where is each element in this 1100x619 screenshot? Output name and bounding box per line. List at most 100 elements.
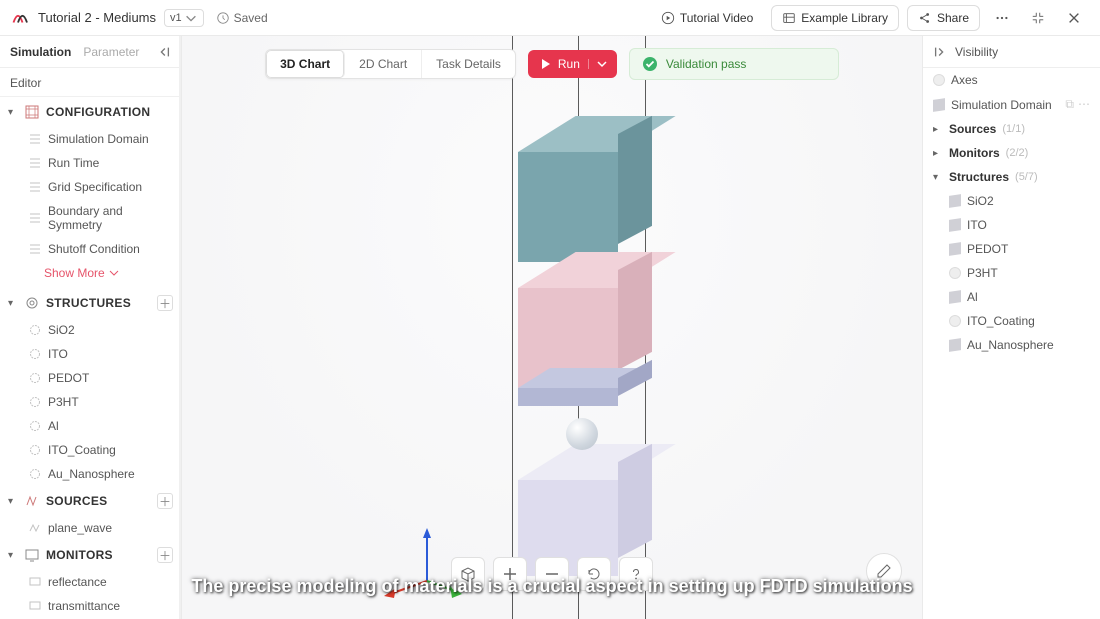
- list-icon: [28, 156, 42, 170]
- close-icon: [1067, 11, 1081, 25]
- view-mode-tabs: 3D Chart 2D Chart Task Details: [265, 49, 516, 79]
- structure-icon: [28, 395, 42, 409]
- monitor-icon: [28, 575, 42, 589]
- edit-fab-button[interactable]: [866, 553, 902, 589]
- structure-icon: [28, 419, 42, 433]
- configuration-icon: [24, 104, 40, 120]
- reset-view-button[interactable]: [577, 557, 611, 591]
- vis-pedot[interactable]: PEDOT: [923, 237, 1100, 261]
- vis-monitors[interactable]: ▸Monitors(2/2): [923, 141, 1100, 165]
- item-ito-coating[interactable]: ITO_Coating: [0, 438, 181, 462]
- left-scrollbar[interactable]: [179, 36, 181, 619]
- viewport-3d[interactable]: 3D Chart 2D Chart Task Details Run Valid…: [182, 36, 922, 619]
- share-icon: [918, 11, 932, 25]
- group-structures[interactable]: ▾ STRUCTURES ＋: [0, 288, 181, 318]
- chevron-right-icon: ▸: [933, 124, 943, 135]
- validation-label: Validation pass: [666, 57, 747, 71]
- vis-axes[interactable]: Axes: [923, 68, 1100, 92]
- tab-3d-chart[interactable]: 3D Chart: [266, 50, 345, 78]
- item-run-time[interactable]: Run Time: [0, 151, 181, 175]
- library-icon: [782, 11, 796, 25]
- chevron-right-bar-icon: [933, 45, 947, 59]
- vis-p3ht[interactable]: P3HT: [923, 261, 1100, 285]
- item-p3ht[interactable]: P3HT: [0, 390, 181, 414]
- saved-status: Saved: [216, 11, 268, 25]
- item-simulation-domain[interactable]: Simulation Domain: [0, 127, 181, 151]
- validation-status: Validation pass: [629, 48, 839, 80]
- tab-task-details[interactable]: Task Details: [422, 50, 515, 78]
- close-button[interactable]: [1060, 6, 1088, 30]
- visibility-header: Visibility: [923, 36, 1100, 68]
- version-selector[interactable]: v1: [164, 9, 204, 27]
- run-button[interactable]: Run: [528, 50, 617, 78]
- item-boundary-symmetry[interactable]: Boundary and Symmetry: [0, 199, 181, 237]
- vis-structures[interactable]: ▾Structures(5/7): [923, 165, 1100, 189]
- help-button[interactable]: [619, 557, 653, 591]
- group-monitors[interactable]: ▾ MONITORS ＋: [0, 540, 181, 570]
- tab-simulation[interactable]: Simulation: [10, 45, 71, 59]
- ellipsis-icon[interactable]: ⋯: [1078, 97, 1090, 112]
- list-icon: [28, 242, 42, 256]
- item-al[interactable]: Al: [0, 414, 181, 438]
- share-button[interactable]: Share: [907, 5, 980, 31]
- item-ito[interactable]: ITO: [0, 342, 181, 366]
- visibility-label: Visibility: [955, 45, 998, 59]
- run-dropdown-toggle[interactable]: [588, 59, 607, 69]
- vis-al[interactable]: Al: [923, 285, 1100, 309]
- add-monitor-button[interactable]: ＋: [157, 547, 173, 563]
- example-library-button[interactable]: Example Library: [771, 5, 899, 31]
- chevron-down-icon: ▾: [933, 172, 943, 183]
- item-reflectance[interactable]: reflectance: [0, 570, 181, 594]
- tutorial-video-button[interactable]: Tutorial Video: [651, 6, 763, 30]
- viewport-tools: [451, 557, 653, 591]
- cube-icon: [949, 218, 961, 232]
- tab-2d-chart[interactable]: 2D Chart: [345, 50, 422, 78]
- item-au-nanosphere[interactable]: Au_Nanosphere: [0, 462, 181, 486]
- plus-icon: [502, 566, 518, 582]
- show-more-button[interactable]: Show More: [0, 261, 181, 288]
- list-icon: [28, 132, 42, 146]
- more-menu-button[interactable]: [988, 6, 1016, 30]
- item-sio2[interactable]: SiO2: [0, 318, 181, 342]
- item-transmittance[interactable]: transmittance: [0, 594, 181, 618]
- item-grid-specification[interactable]: Grid Specification: [0, 175, 181, 199]
- chevron-right-icon: ▸: [933, 148, 943, 159]
- vis-ito-coating[interactable]: ITO_Coating: [923, 309, 1100, 333]
- group-sources[interactable]: ▾ SOURCES ＋: [0, 486, 181, 516]
- zoom-out-button[interactable]: [535, 557, 569, 591]
- project-title: Tutorial 2 - Mediums: [38, 10, 156, 25]
- vis-au-nanosphere[interactable]: Au_Nanosphere: [923, 333, 1100, 357]
- add-structure-button[interactable]: ＋: [157, 295, 173, 311]
- fullscreen-toggle-button[interactable]: [1024, 6, 1052, 30]
- expand-right-panel-button[interactable]: [933, 45, 947, 59]
- monitors-icon: [24, 547, 40, 563]
- item-plane-wave[interactable]: plane_wave: [0, 516, 181, 540]
- group-monitors-label: MONITORS: [46, 548, 113, 562]
- source-icon: [28, 521, 42, 535]
- cube-icon: [949, 338, 961, 352]
- tab-parameter[interactable]: Parameter: [83, 45, 139, 59]
- link-icon[interactable]: ⧉: [1065, 97, 1074, 112]
- view-cube-button[interactable]: [451, 557, 485, 591]
- app-logo-icon: [12, 9, 30, 27]
- vis-sio2[interactable]: SiO2: [923, 189, 1100, 213]
- group-configuration[interactable]: ▾ CONFIGURATION: [0, 97, 181, 127]
- collapse-icon: [1031, 11, 1045, 25]
- zoom-in-button[interactable]: [493, 557, 527, 591]
- visibility-dot-icon: [933, 74, 945, 86]
- vis-sources[interactable]: ▸Sources(1/1): [923, 117, 1100, 141]
- item-pedot[interactable]: PEDOT: [0, 366, 181, 390]
- add-source-button[interactable]: ＋: [157, 493, 173, 509]
- chevron-down-icon: [184, 11, 198, 25]
- vis-ito[interactable]: ITO: [923, 213, 1100, 237]
- monitor-icon: [28, 599, 42, 613]
- cube-icon: [949, 290, 961, 304]
- cube-icon: [933, 98, 945, 112]
- viewport-toolbar: 3D Chart 2D Chart Task Details Run Valid…: [182, 48, 922, 80]
- vis-simulation-domain[interactable]: Simulation Domain ⧉⋯: [923, 92, 1100, 117]
- scene-3d: [182, 36, 922, 619]
- saved-label: Saved: [234, 11, 268, 25]
- chevron-down-icon: ▾: [8, 107, 18, 118]
- item-shutoff-condition[interactable]: Shutoff Condition: [0, 237, 181, 261]
- collapse-left-panel-button[interactable]: [157, 45, 171, 59]
